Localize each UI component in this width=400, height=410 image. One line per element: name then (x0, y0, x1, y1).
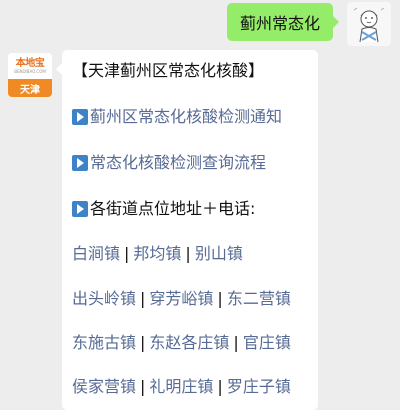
town-row: 白涧镇 | 邦均镇 | 别山镇 (72, 243, 243, 265)
separator: | (140, 377, 146, 396)
town-row: 侯家营镇 | 礼明庄镇 | 罗庄子镇 (72, 376, 291, 398)
section-header-label: 各街道点位地址＋电话: (90, 199, 256, 218)
town-link[interactable]: 东施古镇 (72, 332, 136, 354)
logo-text: 本地宝 (15, 58, 45, 69)
logo-subtext: BENDIBAO.COM (14, 69, 46, 74)
separator: | (140, 333, 146, 352)
link-label: 蓟州区常态化核酸检测通知 (90, 107, 283, 126)
town-row: 东施古镇 | 东赵各庄镇 | 官庄镇 (72, 332, 291, 354)
town-link[interactable]: 官庄镇 (243, 332, 291, 354)
town-link[interactable]: 礼明庄镇 (149, 376, 213, 398)
user-avatar[interactable] (347, 2, 391, 46)
town-row: 出头岭镇 | 穿芳峪镇 | 东二营镇 (72, 288, 291, 310)
incoming-message-bubble: 【天津蓟州区常态化核酸】 蓟州区常态化核酸检测通知 常态化核酸检测查询流程 各街… (56, 50, 318, 410)
separator: | (217, 377, 223, 396)
bendibao-logo: 本地宝 BENDIBAO.COM (8, 53, 52, 79)
separator: | (185, 244, 191, 263)
link-nucleic-notice[interactable]: 蓟州区常态化核酸检测通知 (72, 106, 282, 128)
separator: | (217, 289, 223, 308)
sketch-character-icon (347, 2, 391, 46)
play-icon (72, 155, 88, 171)
bendibao-avatar[interactable]: 本地宝 BENDIBAO.COM 天津 (8, 53, 52, 97)
town-link[interactable]: 东赵各庄镇 (149, 332, 229, 354)
town-link[interactable]: 出头岭镇 (72, 288, 136, 310)
link-query-process[interactable]: 常态化核酸检测查询流程 (72, 152, 266, 174)
town-link[interactable]: 邦均镇 (133, 243, 181, 265)
outgoing-message-bubble[interactable]: 蓟州常态化 (227, 3, 339, 41)
town-link[interactable]: 罗庄子镇 (227, 376, 291, 398)
town-link[interactable]: 东二营镇 (227, 288, 291, 310)
section-header: 各街道点位地址＋电话: (72, 198, 255, 220)
play-icon (72, 201, 88, 217)
separator: | (140, 289, 146, 308)
outgoing-message-text: 蓟州常态化 (239, 14, 320, 33)
town-link[interactable]: 侯家营镇 (72, 376, 136, 398)
town-link[interactable]: 别山镇 (195, 243, 243, 265)
separator: | (124, 244, 130, 263)
avatar-city-label: 天津 (8, 79, 52, 97)
town-link[interactable]: 穿芳峪镇 (149, 288, 213, 310)
town-link[interactable]: 白涧镇 (72, 243, 120, 265)
link-label: 常态化核酸检测查询流程 (90, 153, 267, 172)
message-title: 【天津蓟州区常态化核酸】 (72, 61, 265, 80)
play-icon (72, 109, 88, 125)
separator: | (233, 333, 239, 352)
